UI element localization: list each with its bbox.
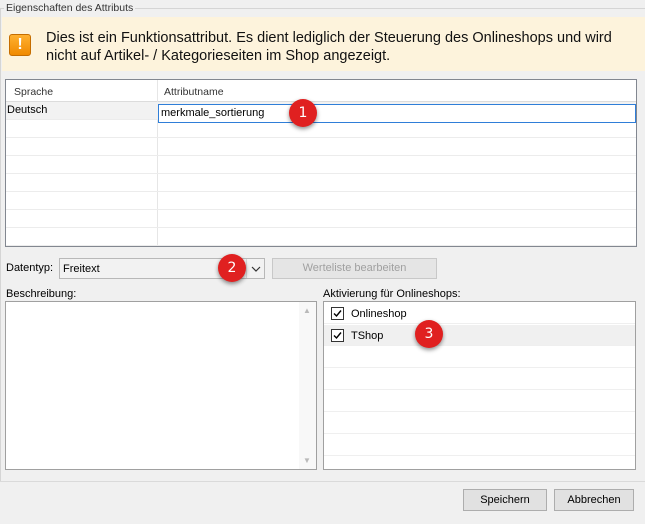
separator — [0, 481, 645, 482]
list-item-empty — [324, 413, 635, 434]
language-cell: Deutsch — [7, 104, 48, 116]
grid-header-row — [6, 80, 636, 102]
shop-name: TShop — [351, 330, 384, 342]
list-item[interactable]: Onlineshop — [324, 303, 635, 324]
chevron-down-icon — [251, 266, 261, 272]
table-row-empty — [6, 192, 636, 210]
group-title: Eigenschaften des Attributs — [4, 2, 136, 14]
banner-text: Dies ist ein Funktionsattribut. Es dient… — [46, 30, 612, 64]
list-item-empty — [324, 435, 635, 456]
warning-icon: ! — [9, 34, 31, 56]
vertical-scrollbar[interactable]: ▲ ▼ — [299, 302, 316, 469]
save-button[interactable]: Speichern — [463, 489, 547, 511]
scroll-up-icon[interactable]: ▲ — [303, 306, 311, 315]
annotation-marker-2: 2 — [218, 254, 246, 282]
datatype-selected-value: Freitext — [63, 263, 100, 275]
shop-name: Onlineshop — [351, 308, 407, 320]
checkmark-icon — [333, 310, 342, 318]
list-item-empty — [324, 391, 635, 412]
annotation-marker-1: 1 — [289, 99, 317, 127]
cancel-button[interactable]: Abbrechen — [554, 489, 634, 511]
scroll-down-icon[interactable]: ▼ — [303, 456, 311, 465]
attribute-name-input[interactable]: merkmale_sortierung — [158, 104, 636, 123]
checkmark-icon — [333, 332, 342, 340]
list-item-empty — [324, 347, 635, 368]
shop-checkbox[interactable] — [331, 329, 344, 342]
list-item[interactable]: TShop — [324, 325, 635, 346]
column-header-language[interactable]: Sprache — [14, 86, 53, 98]
attribute-name-grid[interactable]: Sprache Attributname merkmale_sortierung — [5, 79, 637, 247]
table-row-empty — [6, 228, 636, 246]
table-row-empty — [6, 174, 636, 192]
list-item-empty — [324, 369, 635, 390]
column-header-attribute-name[interactable]: Attributname — [164, 86, 224, 98]
table-row-empty — [6, 210, 636, 228]
shops-activation-label: Aktivierung für Onlineshops: — [323, 288, 461, 300]
dropdown-button[interactable] — [246, 259, 264, 278]
table-row-empty — [6, 138, 636, 156]
datatype-label: Datentyp: — [6, 262, 54, 274]
description-textarea[interactable]: ▲ ▼ — [5, 301, 317, 470]
edit-value-list-button[interactable]: Werteliste bearbeiten — [272, 258, 437, 279]
shop-checkbox[interactable] — [331, 307, 344, 320]
shops-list[interactable]: Onlineshop TShop — [323, 301, 636, 470]
annotation-marker-3: 3 — [415, 320, 443, 348]
description-label: Beschreibung: — [6, 288, 77, 300]
table-row-empty — [6, 156, 636, 174]
